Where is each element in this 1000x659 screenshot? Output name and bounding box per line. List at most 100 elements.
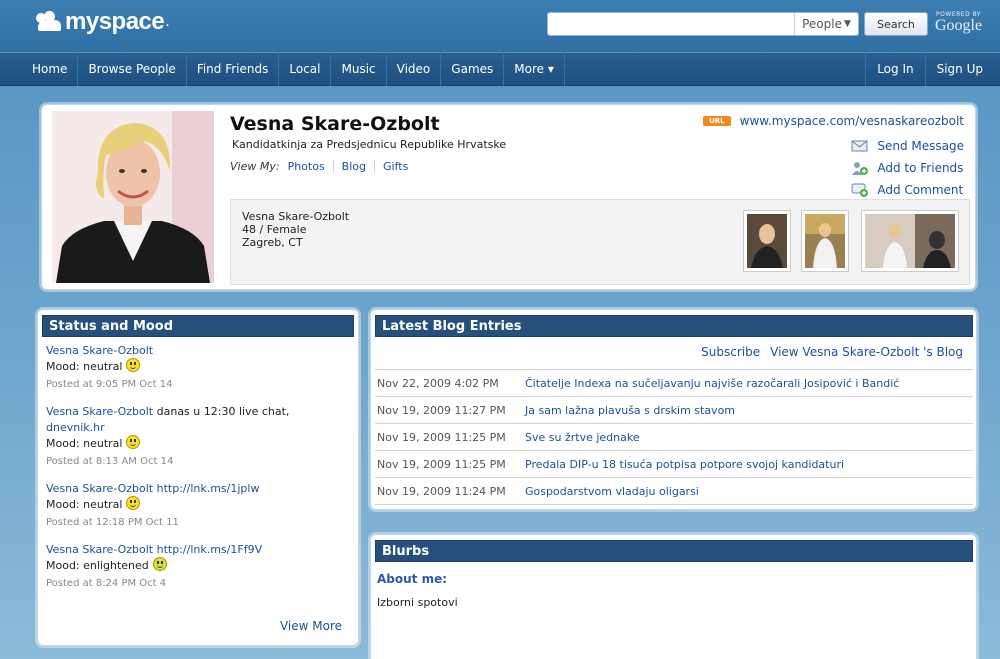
photo-thumbnail[interactable] <box>861 210 959 272</box>
nav-account: Log In Sign Up <box>843 52 994 86</box>
nav-find-friends[interactable]: Find Friends <box>187 52 280 86</box>
view-blog-link[interactable]: View Vesna Skare-Ozbolt 's Blog <box>770 345 963 359</box>
blog-row: Nov 22, 2009 4:02 PM Čitatelje Indexa na… <box>375 370 973 397</box>
add-comment-button[interactable]: Add Comment <box>851 179 964 201</box>
status-author-link[interactable]: Vesna Skare-Ozbolt <box>46 405 153 418</box>
blog-entries: Nov 22, 2009 4:02 PM Čitatelje Indexa na… <box>375 369 973 505</box>
profile-info-box: Vesna Skare-Ozbolt 48 / Female Zagreb, C… <box>230 199 970 285</box>
profile-name: Vesna Skare-Ozbolt <box>230 113 440 135</box>
status-author-link[interactable]: Vesna Skare-Ozbolt <box>46 543 153 556</box>
url-badge: URL <box>703 116 731 126</box>
blog-date: Nov 19, 2009 11:27 PM <box>377 403 506 417</box>
blog-date: Nov 19, 2009 11:24 PM <box>377 484 506 498</box>
nav-log-in[interactable]: Log In <box>865 52 924 86</box>
send-message-label: Send Message <box>877 139 964 153</box>
view-blog-link[interactable]: Blog <box>332 160 374 173</box>
blog-row: Nov 19, 2009 11:27 PM Ja sam lažna plavu… <box>375 397 973 424</box>
mood-label: Mood: neutral <box>46 360 123 373</box>
send-message-button[interactable]: Send Message <box>851 135 964 157</box>
status-author-link[interactable]: Vesna Skare-Ozbolt <box>46 482 153 495</box>
envelope-icon <box>851 138 869 154</box>
thumbnail-image <box>747 214 787 268</box>
status-posted: Posted at 9:05 PM Oct 14 <box>46 379 173 390</box>
photo-thumbnail[interactable] <box>801 210 849 272</box>
logo-dot: . <box>165 14 170 30</box>
status-mood: Mood: neutral <box>46 358 346 375</box>
blog-title-link[interactable]: Ja sam lažna plavuša s drskim stavom <box>525 404 735 417</box>
view-more-link[interactable]: View More <box>280 619 342 633</box>
profile-subtitle: Kandidatkinja za Predsjednicu Republike … <box>232 138 507 151</box>
blog-title-link[interactable]: Čitatelje Indexa na sučeljavanju najviše… <box>525 377 899 390</box>
smiley-icon <box>152 557 167 571</box>
nav-sign-up[interactable]: Sign Up <box>924 52 994 86</box>
nav-more[interactable]: More ▾ <box>504 52 565 86</box>
comment-icon <box>851 182 869 198</box>
add-to-friends-button[interactable]: Add to Friends <box>851 157 964 179</box>
about-me-label: About me: <box>377 572 448 586</box>
view-gifts-link[interactable]: Gifts <box>374 160 416 173</box>
myspace-logo[interactable]: myspace . <box>36 8 170 36</box>
mood-label: Mood: neutral <box>46 437 123 450</box>
main-nav: Home Browse People Find Friends Local Mu… <box>0 52 1000 86</box>
status-text: Vesna Skare-Ozbolt <box>46 343 346 359</box>
blog-panel: Latest Blog Entries Subscribe View Vesna… <box>370 309 977 510</box>
info-age-gender: 48 / Female <box>242 223 307 236</box>
status-link[interactable]: dnevnik.hr <box>46 420 346 436</box>
add-friend-icon <box>851 160 869 176</box>
mood-label: Mood: enlightened <box>46 559 149 572</box>
nav-games[interactable]: Games <box>441 52 505 86</box>
status-author-link[interactable]: Vesna Skare-Ozbolt <box>46 344 153 357</box>
profile-photo[interactable] <box>52 111 214 283</box>
profile-photo-image <box>52 111 214 283</box>
nav-home[interactable]: Home <box>22 52 79 86</box>
status-mood: Mood: neutral <box>46 496 346 513</box>
nav-video[interactable]: Video <box>387 52 442 86</box>
search-input[interactable] <box>548 13 794 35</box>
info-location: Zagreb, CT <box>242 236 303 249</box>
google-brand: Google <box>935 17 983 34</box>
blurbs-header: Blurbs <box>375 540 973 562</box>
status-url-link[interactable]: http://lnk.ms/1Ff9V <box>153 543 262 556</box>
blog-links: Subscribe View Vesna Skare-Ozbolt 's Blo… <box>701 345 963 359</box>
blurbs-panel: Blurbs About me: Izborni spotovi <box>370 534 977 659</box>
thumbnail-image <box>805 214 845 268</box>
status-posted: Posted at 8:13 AM Oct 14 <box>46 456 174 467</box>
view-my-label: View My: <box>230 160 280 173</box>
mood-label: Mood: neutral <box>46 498 123 511</box>
status-mood-panel: Status and Mood Vesna Skare-Ozbolt Mood:… <box>37 309 359 646</box>
status-item: Vesna Skare-Ozbolt Mood: neutral Posted … <box>46 343 346 393</box>
status-posted: Posted at 12:18 PM Oct 11 <box>46 517 179 528</box>
profile-url-link[interactable]: www.myspace.com/vesnaskareozbolt <box>740 114 964 128</box>
status-list: Vesna Skare-Ozbolt Mood: neutral Posted … <box>46 343 346 603</box>
blog-title-link[interactable]: Gospodarstvom vladaju oligarsi <box>525 485 699 498</box>
logo-text: myspace <box>65 8 165 35</box>
blog-header: Latest Blog Entries <box>375 315 973 337</box>
photo-thumbnail[interactable] <box>743 210 791 272</box>
status-item: Vesna Skare-Ozbolt http://lnk.ms/1Ff9V M… <box>46 542 346 592</box>
status-body: danas u 12:30 live chat, <box>153 405 290 418</box>
add-comment-label: Add Comment <box>877 183 964 197</box>
top-header: myspace . People ▼ Search POWERED BY Goo… <box>0 0 1000 52</box>
nav-local[interactable]: Local <box>279 52 332 86</box>
search-button[interactable]: Search <box>864 12 928 36</box>
powered-by-google: POWERED BY Google <box>935 11 982 35</box>
profile-actions: Send Message Add to Friends Add Comment <box>851 135 964 201</box>
nav-browse-people[interactable]: Browse People <box>78 52 187 86</box>
nav-music[interactable]: Music <box>331 52 387 86</box>
status-text: Vesna Skare-Ozbolt http://lnk.ms/1Ff9V <box>46 542 346 558</box>
status-text: Vesna Skare-Ozbolt http://lnk.ms/1jplw <box>46 481 346 497</box>
subscribe-link[interactable]: Subscribe <box>701 345 760 359</box>
blog-title-link[interactable]: Sve su žrtve jednake <box>525 431 640 444</box>
search-type-dropdown[interactable]: People ▼ <box>794 13 858 35</box>
view-photos-link[interactable]: Photos <box>288 160 333 173</box>
status-posted: Posted at 8:24 PM Oct 4 <box>46 578 167 589</box>
status-text: Vesna Skare-Ozbolt danas u 12:30 live ch… <box>46 404 346 420</box>
blog-title-link[interactable]: Predala DIP-u 18 tisuća potpisa potpore … <box>525 458 844 471</box>
add-to-friends-label: Add to Friends <box>877 161 964 175</box>
blog-date: Nov 19, 2009 11:25 PM <box>377 430 506 444</box>
blog-row: Nov 19, 2009 11:24 PM Gospodarstvom vlad… <box>375 478 973 505</box>
smiley-icon <box>126 435 141 449</box>
status-url-link[interactable]: http://lnk.ms/1jplw <box>153 482 260 495</box>
people-logo-icon <box>36 11 62 33</box>
blog-row: Nov 19, 2009 11:25 PM Sve su žrtve jedna… <box>375 424 973 451</box>
